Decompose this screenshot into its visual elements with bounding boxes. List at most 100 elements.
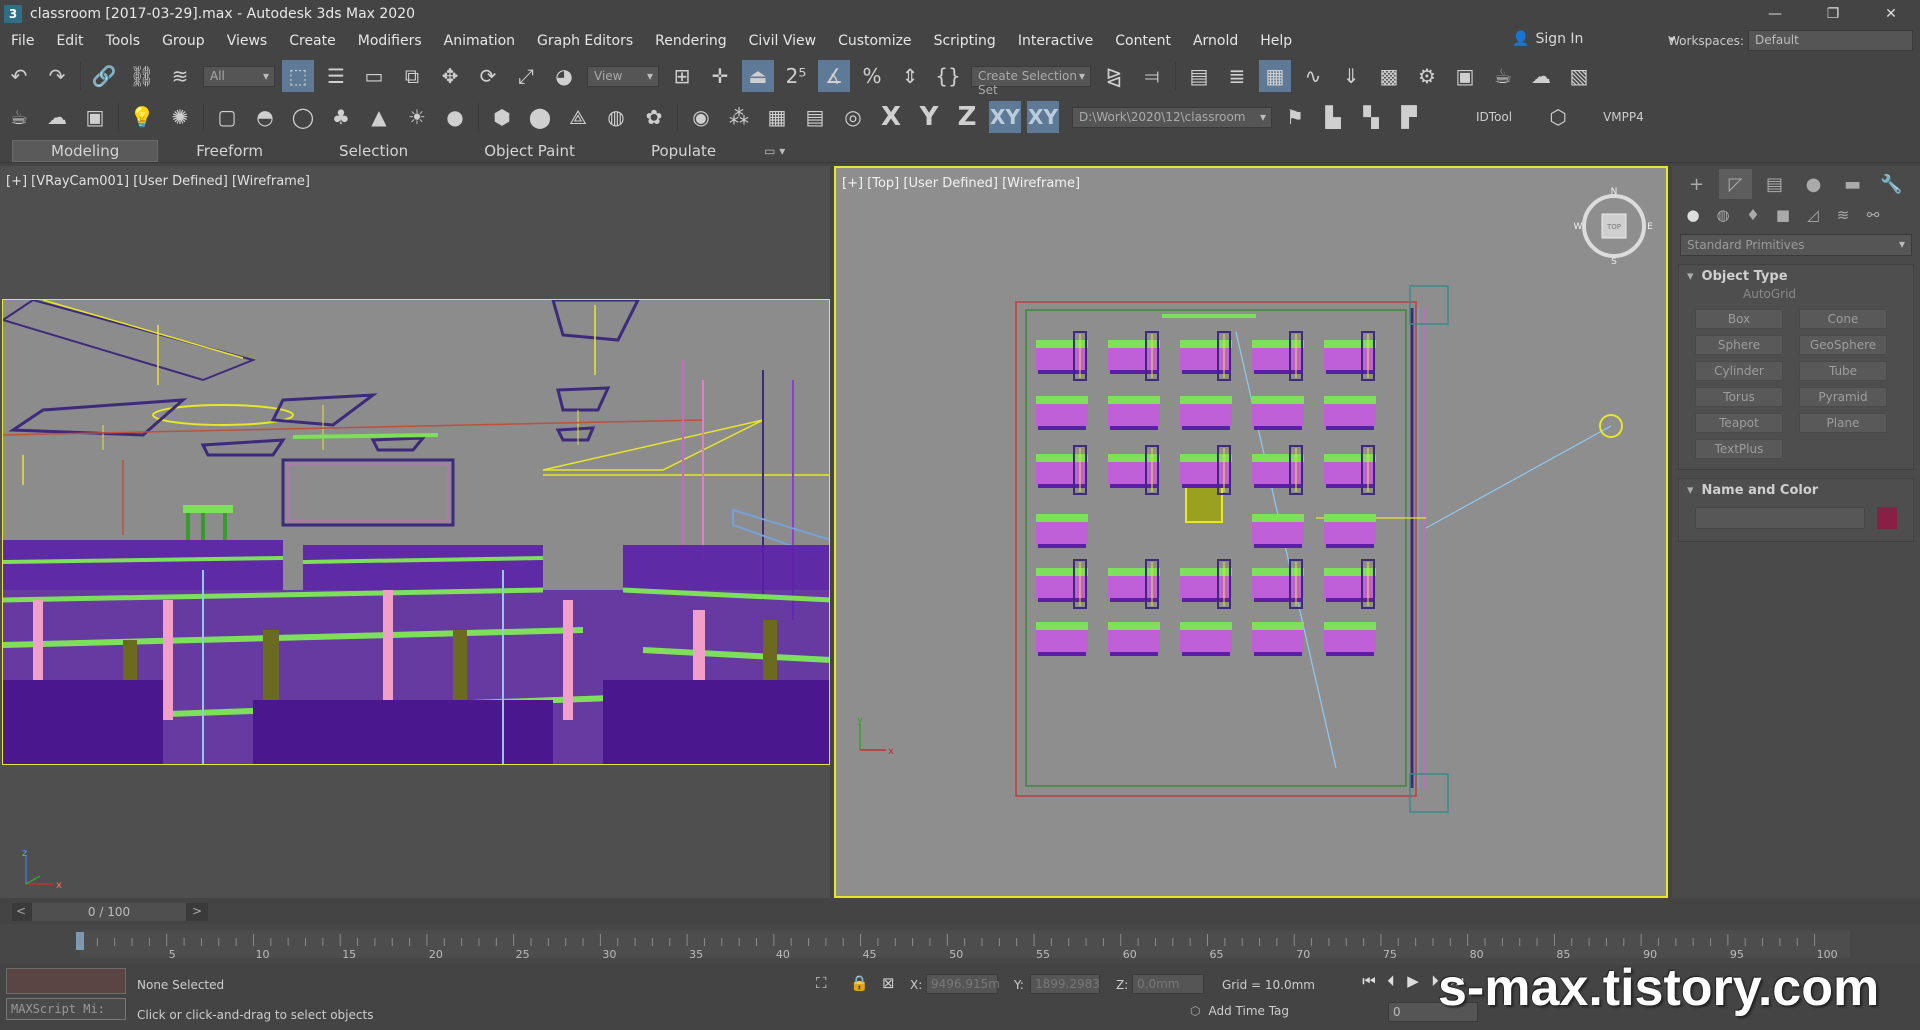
restrict-x-button[interactable]: X [875,101,907,133]
utilities-tab-icon[interactable]: 🔧 [1875,169,1908,199]
menu-interactive[interactable]: Interactive [1007,33,1104,49]
selection-lock-icon[interactable]: 🔒 [850,974,869,992]
menu-group[interactable]: Group [151,33,216,49]
camera-tool-icon[interactable]: ✺ [164,101,196,133]
tab-populate[interactable]: Populate [613,140,754,162]
mesh-icon[interactable]: ⟁ [562,101,594,133]
menu-modifiers[interactable]: Modifiers [347,33,433,49]
bind-space-warp-icon[interactable]: ≋ [164,60,196,92]
rendered-frame-window-icon[interactable]: ▣ [1449,60,1481,92]
snaps-toggle-icon[interactable]: 2⁵ [780,60,812,92]
name-color-header[interactable]: Name and Color [1679,479,1913,501]
cloud-icon[interactable]: ☁ [41,101,73,133]
unlink-icon[interactable]: ⛓ [126,60,158,92]
geometry-icon[interactable]: ● [1680,206,1706,224]
multi-material-icon[interactable]: ⁂ [723,101,755,133]
restrict-y-button[interactable]: Y [913,101,945,133]
prev-key-icon[interactable]: ⏴ [1380,972,1402,990]
maxscript-listener-output[interactable] [6,968,126,994]
box-button[interactable]: Box [1695,309,1783,329]
vmpp-button[interactable]: VMPP4 [1603,110,1644,124]
x-coord-field[interactable]: 9496.915m [926,974,1000,994]
display-tab-icon[interactable]: ▬ [1836,169,1869,199]
top-viewport[interactable]: [+] [Top] [User Defined] [Wireframe] TOP… [834,166,1668,898]
proxy-icon[interactable]: ⬢ [486,101,518,133]
modify-tab-icon[interactable]: ◸ [1719,169,1752,199]
cylinder-button[interactable]: Cylinder [1695,361,1783,381]
spinner-snap-icon[interactable]: ⇕ [894,60,926,92]
lights-icon[interactable]: ♦ [1740,206,1766,224]
menu-animation[interactable]: Animation [433,33,526,49]
named-selection-sets[interactable]: Create Selection Set [971,65,1091,97]
render-grid-icon[interactable]: ▧ [1563,60,1595,92]
tab-modeling[interactable]: Modeling [12,139,159,162]
ribbon-options-icon[interactable]: ▭ ▾ [764,144,785,158]
menu-tools[interactable]: Tools [95,33,152,49]
toggle-ribbon-icon[interactable]: ▦ [1259,60,1291,92]
rotate-icon[interactable]: ⟳ [472,60,504,92]
script-icon-3[interactable]: ▚ [1355,101,1387,133]
select-by-name-icon[interactable]: ☰ [320,60,352,92]
workspace-select[interactable]: Default [1748,30,1913,51]
script-icon-2[interactable]: ▙ [1317,101,1349,133]
geosphere-button[interactable]: GeoSphere [1799,335,1887,355]
menu-civil-view[interactable]: Civil View [738,33,827,49]
z-coord-field[interactable]: 0.0mm [1132,974,1204,994]
camera-viewport[interactable]: [+] [VRayCam001] [User Defined] [Wirefra… [0,166,830,898]
link-icon[interactable]: 🔗 [88,60,120,92]
restrict-xy-button[interactable]: XY [989,101,1021,133]
restrict-plane-button[interactable]: XY [1027,101,1059,133]
scale-icon[interactable]: ⤢ [510,60,542,92]
select-object-icon[interactable]: ⬚ [282,60,314,92]
add-time-tag[interactable]: ⬡ Add Time Tag [1190,1004,1289,1018]
sphere-light-icon[interactable]: ● [439,101,471,133]
pivot-center-icon[interactable]: ⊞ [666,60,698,92]
script-icon-4[interactable]: ▛ [1393,101,1425,133]
teapot-button[interactable]: Teapot [1695,413,1783,433]
autogrid-checkbox[interactable]: AutoGrid [1679,287,1913,305]
percent-snap-icon[interactable]: % [856,60,888,92]
render-cloud-icon[interactable]: ☁ [1525,60,1557,92]
menu-help[interactable]: Help [1249,33,1303,49]
sphere-button[interactable]: Sphere [1695,335,1783,355]
move-icon[interactable]: ✥ [434,60,466,92]
viewport-label-camera[interactable]: [+] [VRayCam001] [User Defined] [Wirefra… [6,174,310,189]
script-icon-1[interactable]: ⚑ [1279,101,1311,133]
select-manipulate-icon[interactable]: ✛ [704,60,736,92]
tab-selection[interactable]: Selection [301,140,446,162]
close-icon[interactable]: ✕ [1862,0,1920,27]
cone-light-icon[interactable]: ▲ [363,101,395,133]
menu-graph-editors[interactable]: Graph Editors [526,33,644,49]
scene-explorer-icon[interactable]: ▤ [1183,60,1215,92]
menu-customize[interactable]: Customize [827,33,923,49]
isolate-selection-icon[interactable]: ⛶ [816,974,827,992]
sign-in-button[interactable]: 👤 Sign In ▾ [1512,31,1675,47]
sphere-icon[interactable]: ◉ [685,101,717,133]
tab-object-paint[interactable]: Object Paint [446,140,613,162]
menu-arnold[interactable]: Arnold [1182,33,1249,49]
image-icon[interactable]: ▣ [79,101,111,133]
sun-icon[interactable]: ☀ [401,101,433,133]
layer-explorer-icon[interactable]: ≣ [1221,60,1253,92]
helpers-icon[interactable]: ◿ [1800,206,1826,224]
hexagon-icon[interactable]: ⬡ [1542,101,1574,133]
cameras-icon[interactable]: ■ [1770,206,1796,224]
shapes-icon[interactable]: ◍ [1710,206,1736,224]
hierarchy-tab-icon[interactable]: ▤ [1758,169,1791,199]
torus-button[interactable]: Torus [1695,387,1783,407]
menu-views[interactable]: Views [216,33,279,49]
redo-icon[interactable]: ↷ [41,60,73,92]
schematic-view-icon[interactable]: ⇓ [1335,60,1367,92]
menu-create[interactable]: Create [278,33,347,49]
restrict-z-button[interactable]: Z [951,101,983,133]
dome-icon[interactable]: ◓ [249,101,281,133]
project-folder-select[interactable]: D:\Work\2020\12\classroom [1072,106,1272,128]
pyramid-button[interactable]: Pyramid [1799,387,1887,407]
go-to-start-icon[interactable]: ⏮ [1358,972,1380,990]
teapot-icon[interactable]: ☕ [3,101,35,133]
textplus-button[interactable]: TextPlus [1695,439,1783,459]
plane-button[interactable]: Plane [1799,413,1887,433]
play-icon[interactable]: ▶ [1402,972,1424,990]
light-bulb-icon[interactable]: 💡 [126,101,158,133]
menu-file[interactable]: File [0,33,45,49]
